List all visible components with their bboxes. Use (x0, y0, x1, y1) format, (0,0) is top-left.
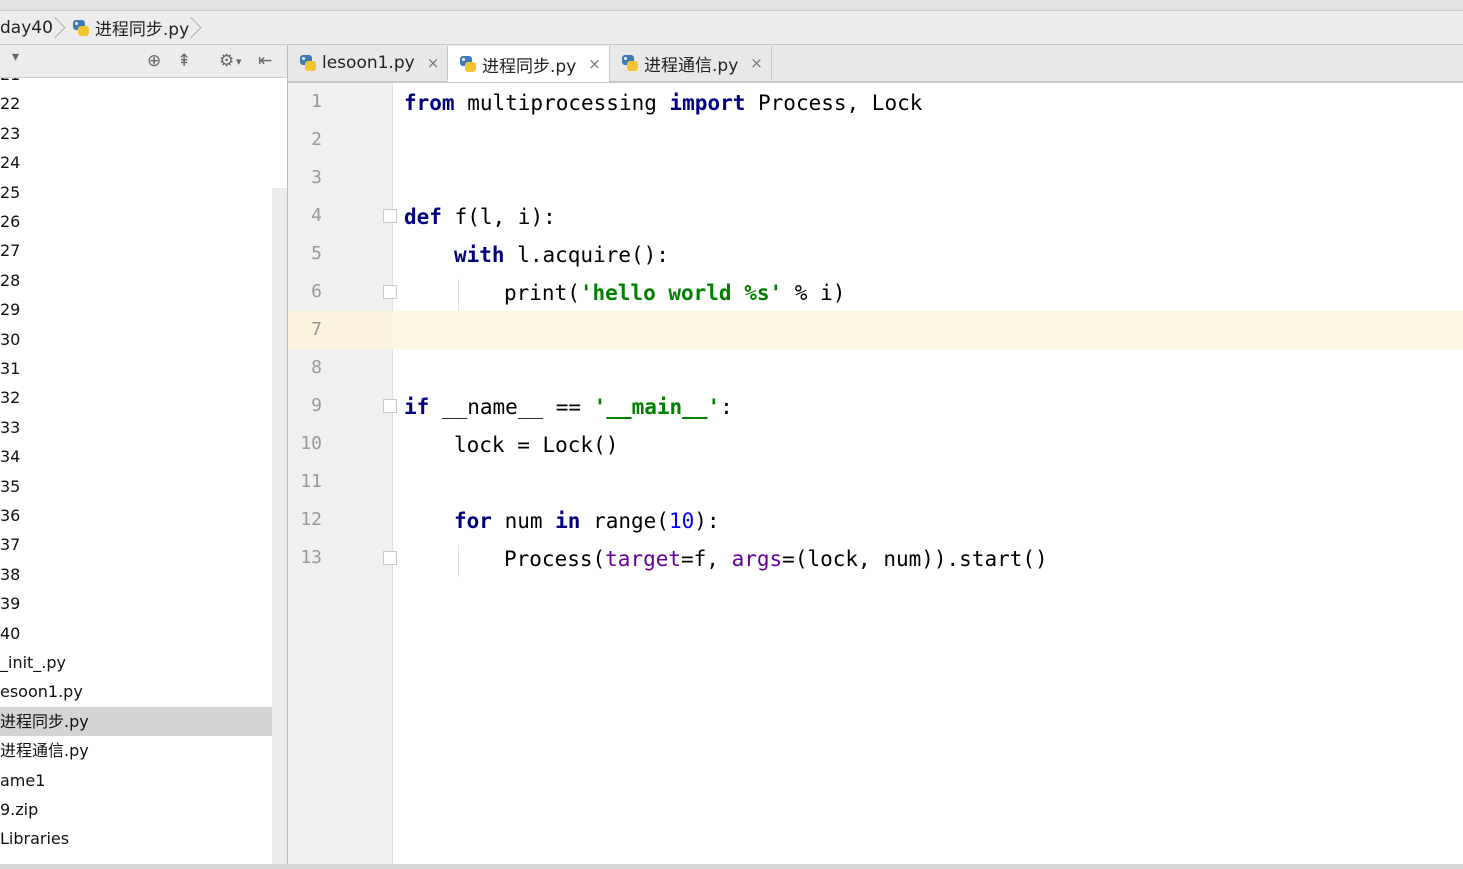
tree-item[interactable]: 38 (0, 560, 272, 589)
tree-item[interactable]: 39 (0, 589, 272, 618)
code-line-5: with l.acquire(): (454, 243, 669, 267)
tree-item[interactable]: 33 (0, 413, 272, 442)
code-editor[interactable]: from multiprocessing import Process, Loc… (392, 83, 1463, 865)
code-line-13: Process(target=f, args=(lock, num)).star… (504, 547, 1048, 571)
project-tree: 2122232425262728293031323334353637383940… (0, 78, 272, 865)
gear-dropdown-icon[interactable]: ▾ (236, 55, 242, 68)
tab-jincheng-tongbu[interactable]: 进程同步.py × (448, 46, 610, 82)
tree-item[interactable]: 35 (0, 472, 272, 501)
line-number: 12 (300, 509, 322, 530)
tree-item[interactable]: 29 (0, 295, 272, 324)
tree-item[interactable]: 24 (0, 148, 272, 177)
tree-item[interactable]: 37 (0, 530, 272, 559)
code-line-10: lock = Lock() (454, 433, 619, 457)
line-number-gutter: 1 2 3 4 5 6 7 8 9 10 11 12 13 (288, 83, 397, 865)
code-line-1: from multiprocessing import Process, Loc… (404, 91, 923, 115)
line-number: 8 (311, 357, 322, 378)
tree-item[interactable]: Libraries (0, 824, 272, 853)
sidebar-scrollbar[interactable] (272, 188, 287, 865)
tab-label: 进程同步.py (482, 56, 577, 77)
sidebar-toolbar: ▾ ⊕ ⇞ ⚙ ▾ ⇤ (0, 45, 287, 78)
tree-item[interactable]: 25 (0, 178, 272, 207)
code-line-6: print('hello world %s' % i) (504, 281, 846, 305)
tree-item[interactable]: 22 (0, 89, 272, 118)
hide-panel-icon[interactable]: ⇤ (258, 51, 272, 71)
bottom-status-strip (0, 864, 1463, 869)
tree-item[interactable]: esoon1.py (0, 677, 272, 706)
breadcrumb: day40 进程同步.py (0, 11, 1463, 45)
tree-item[interactable]: 27 (0, 236, 272, 265)
tab-lesoon1[interactable]: lesoon1.py × (288, 46, 448, 80)
line-number: 5 (311, 243, 322, 264)
tree-item[interactable]: 23 (0, 119, 272, 148)
code-line-4: def f(l, i): (404, 205, 556, 229)
code-line-9: if __name__ == '__main__': (404, 395, 733, 419)
line-number: 7 (311, 319, 322, 340)
top-toolbar-strip (0, 0, 1463, 11)
python-file-icon (460, 56, 476, 72)
close-icon[interactable]: × (427, 54, 440, 72)
tree-item[interactable]: ame1 (0, 766, 272, 795)
tree-item[interactable]: 40 (0, 619, 272, 648)
tab-label: 进程通信.py (644, 55, 739, 76)
editor-tab-bar: lesoon1.py × 进程同步.py × 进程通信.py × (288, 45, 1463, 83)
tab-label: lesoon1.py (322, 53, 415, 73)
tree-item[interactable]: 9.zip (0, 795, 272, 824)
python-file-icon (622, 55, 638, 71)
python-file-icon (72, 19, 89, 36)
line-number: 9 (311, 395, 322, 416)
close-icon[interactable]: × (750, 54, 763, 72)
collapse-all-icon[interactable]: ⇞ (177, 51, 191, 71)
tree-item[interactable]: 26 (0, 207, 272, 236)
breadcrumb-file[interactable]: 进程同步.py (67, 11, 189, 44)
tree-item[interactable]: 32 (0, 383, 272, 412)
indent-guide (458, 279, 459, 311)
line-number: 4 (311, 205, 322, 226)
tree-item[interactable]: 进程通信.py (0, 736, 272, 765)
close-icon[interactable]: × (588, 55, 601, 73)
tree-item[interactable]: 34 (0, 442, 272, 471)
gear-icon[interactable]: ⚙ (219, 51, 234, 71)
line-number: 3 (311, 167, 322, 188)
code-line-12: for num in range(10): (454, 509, 720, 533)
tree-item[interactable]: 30 (0, 325, 272, 354)
tree-item[interactable]: _init_.py (0, 648, 272, 677)
editor-area: lesoon1.py × 进程同步.py × 进程通信.py × 1234567… (288, 45, 1463, 865)
breadcrumb-separator (189, 11, 203, 44)
line-number: 11 (300, 471, 322, 492)
line-number: 1 (311, 91, 322, 112)
line-number: 2 (311, 129, 322, 150)
line-number: 10 (300, 433, 322, 454)
tab-jincheng-tongxin[interactable]: 进程通信.py × (610, 46, 772, 80)
scroll-from-source-icon[interactable]: ⊕ (147, 51, 161, 71)
current-line-highlight (392, 311, 1463, 349)
python-file-icon (300, 55, 316, 71)
tree-item[interactable]: 36 (0, 501, 272, 530)
tree-item[interactable]: 进程同步.py (0, 706, 272, 736)
line-number: 6 (311, 281, 322, 302)
dropdown-arrow-icon[interactable]: ▾ (12, 49, 19, 65)
breadcrumb-separator (53, 11, 67, 44)
tree-item[interactable]: 28 (0, 266, 272, 295)
project-sidebar: ▾ ⊕ ⇞ ⚙ ▾ ⇤ 2122232425262728293031323334… (0, 45, 288, 865)
breadcrumb-file-label: 进程同步.py (94, 20, 190, 40)
indent-guide (458, 545, 459, 577)
tree-item[interactable]: 31 (0, 354, 272, 383)
line-number: 13 (300, 547, 322, 568)
tree-item[interactable]: 21 (0, 78, 272, 89)
